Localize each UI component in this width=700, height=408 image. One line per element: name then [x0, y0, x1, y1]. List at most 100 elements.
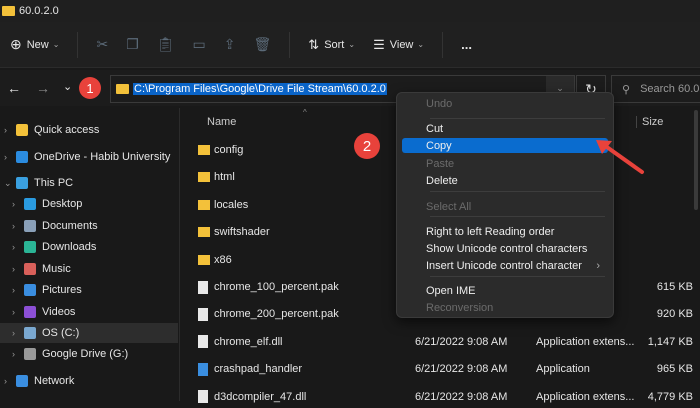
back-button[interactable]: ← — [7, 80, 21, 96]
dll-icon — [198, 390, 208, 404]
plus-circle-icon: ⊕ — [10, 36, 22, 52]
sidebar-item-label: This PC — [34, 177, 74, 189]
scrollbar[interactable] — [694, 110, 698, 210]
sidebar-item-label: Desktop — [42, 198, 83, 210]
new-button[interactable]: ⊕ New ⌄ — [10, 36, 59, 53]
sidebar-item[interactable]: › Videos — [0, 302, 178, 322]
search-icon: ⚲ — [622, 83, 631, 96]
chevron-right-icon[interactable]: › — [4, 376, 16, 386]
command-bar: ⊕ New ⌄ ✂ ❐ 📋︎ ▭ ⇪ 🗑︎ ⇅ Sort ⌄ ☰ View ⌄ ... — [0, 22, 700, 68]
view-icon: ☰ — [373, 36, 385, 52]
sidebar-item-label: OS (C:) — [42, 327, 80, 339]
folder-icon — [198, 199, 210, 210]
sidebar-item[interactable]: › Desktop — [0, 194, 178, 214]
sidebar-item[interactable]: › OS (C:) — [0, 323, 178, 343]
sidebar-item[interactable]: ⌄ This PC — [0, 173, 178, 193]
sidebar-item[interactable]: › Network — [0, 371, 178, 391]
sidebar-item[interactable]: › OneDrive - Habib University — [0, 147, 178, 167]
sidebar-item[interactable]: › Music — [0, 259, 178, 279]
chevron-right-icon[interactable]: › — [12, 264, 24, 274]
sort-up-icon: ^ — [303, 108, 307, 117]
cut-button[interactable]: ✂ — [96, 36, 108, 53]
menu-item-right-to-left-reading-order[interactable]: Right to left Reading order — [402, 224, 608, 239]
context-menu: Undo Cut Copy Paste Delete Select All Right to… — [396, 92, 614, 318]
chevron-down-icon[interactable]: ⌄ — [4, 178, 16, 189]
file-row[interactable]: crashpad_handler 6/21/2022 9:08 AM Appli… — [190, 358, 700, 380]
paste-button[interactable]: 📋︎ — [157, 36, 175, 53]
view-button[interactable]: ☰ View ⌄ — [373, 37, 424, 53]
sidebar-item[interactable]: › Pictures — [0, 280, 178, 300]
rename-button[interactable]: ▭ — [193, 36, 206, 53]
sidebar-item[interactable]: › Downloads — [0, 237, 178, 257]
star-icon — [16, 124, 28, 136]
sidebar-item-label: Quick access — [34, 124, 100, 136]
window-title: 60.0.2.0 — [19, 5, 59, 17]
rename-icon: ▭ — [192, 36, 206, 52]
navigation-pane: › Quick access › OneDrive - Habib Universit… — [0, 108, 180, 401]
menu-separator — [430, 118, 605, 119]
chevron-right-icon[interactable]: › — [12, 285, 24, 295]
column-header-size[interactable]: Size — [636, 116, 663, 128]
menu-separator — [430, 216, 605, 217]
menu-item-undo: Undo — [426, 97, 453, 110]
menu-item-delete[interactable]: Delete — [402, 173, 608, 188]
dll-icon — [198, 335, 208, 349]
chevron-right-icon[interactable]: › — [12, 328, 24, 338]
delete-button[interactable]: 🗑︎ — [254, 36, 272, 53]
chevron-right-icon[interactable]: › — [12, 242, 24, 252]
menu-item-cut[interactable]: Cut — [402, 121, 608, 136]
sidebar-item-label: OneDrive - Habib University — [34, 151, 171, 163]
network-icon — [16, 375, 28, 387]
chevron-right-icon[interactable]: › — [12, 221, 24, 231]
folder-icon — [2, 6, 15, 16]
recent-locations-button[interactable]: ⌄ — [63, 80, 72, 93]
music-icon — [24, 263, 36, 275]
videos-icon — [24, 306, 36, 318]
sidebar-item[interactable]: › Quick access — [0, 120, 178, 140]
share-button[interactable]: ⇪ — [224, 36, 236, 53]
folder-icon — [198, 145, 210, 155]
menu-item-show-unicode-control-characters[interactable]: Show Unicode control characters — [402, 241, 608, 256]
sidebar-item-label: Downloads — [42, 241, 97, 253]
chevron-down-icon: ⌄ — [417, 40, 425, 49]
step-1-badge: 1 — [79, 77, 101, 99]
scissors-icon: ✂ — [96, 36, 109, 52]
menu-separator — [430, 191, 605, 192]
file-row[interactable]: d3dcompiler_47.dll 6/21/2022 9:08 AM App… — [190, 386, 700, 408]
file-icon — [198, 280, 208, 294]
drive-icon — [24, 348, 36, 360]
chevron-down-icon: ⌄ — [348, 40, 356, 49]
step-2-badge: 2 — [354, 133, 380, 159]
cloud-icon — [16, 151, 28, 163]
chevron-right-icon[interactable]: › — [4, 152, 16, 162]
address-path[interactable]: C:\Program Files\Google\Drive File Strea… — [133, 83, 387, 95]
sidebar-item[interactable]: › Google Drive (G:) — [0, 344, 178, 364]
chevron-right-icon[interactable]: › — [12, 199, 24, 209]
menu-item-open-ime[interactable]: Open IME — [402, 283, 608, 298]
chevron-right-icon[interactable]: › — [12, 349, 24, 359]
annotation-arrow — [596, 140, 644, 174]
clipboard-icon: 📋︎ — [156, 36, 175, 52]
menu-item-select-all: Select All — [426, 200, 472, 213]
copy-icon: ❐ — [126, 36, 139, 52]
menu-item-reconversion: Reconversion — [426, 301, 494, 314]
sidebar-item[interactable]: › Documents — [0, 216, 178, 236]
file-row[interactable]: chrome_elf.dll 6/21/2022 9:08 AM Applica… — [190, 331, 700, 353]
sidebar-item-label: Pictures — [42, 284, 82, 296]
folder-icon — [116, 84, 129, 94]
exe-icon — [198, 362, 208, 376]
divider — [442, 31, 444, 58]
trash-icon: 🗑︎ — [253, 36, 272, 52]
sidebar-item-label: Documents — [42, 220, 98, 232]
copy-button[interactable]: ❐ — [126, 36, 139, 53]
more-button[interactable]: ... — [461, 37, 472, 52]
sort-button[interactable]: ⇅ Sort ⌄ — [308, 37, 355, 53]
divider — [77, 31, 79, 58]
chevron-right-icon[interactable]: › — [12, 307, 24, 317]
column-header-name[interactable]: Name — [207, 116, 236, 128]
menu-item-copy[interactable]: Copy — [402, 138, 608, 153]
menu-item-insert-unicode-control-character[interactable]: Insert Unicode control character › — [402, 258, 608, 273]
search-box[interactable]: ⚲ Search 60.0.2.0 — [611, 75, 700, 103]
chevron-right-icon[interactable]: › — [4, 125, 16, 135]
forward-button[interactable]: → — [36, 80, 50, 96]
